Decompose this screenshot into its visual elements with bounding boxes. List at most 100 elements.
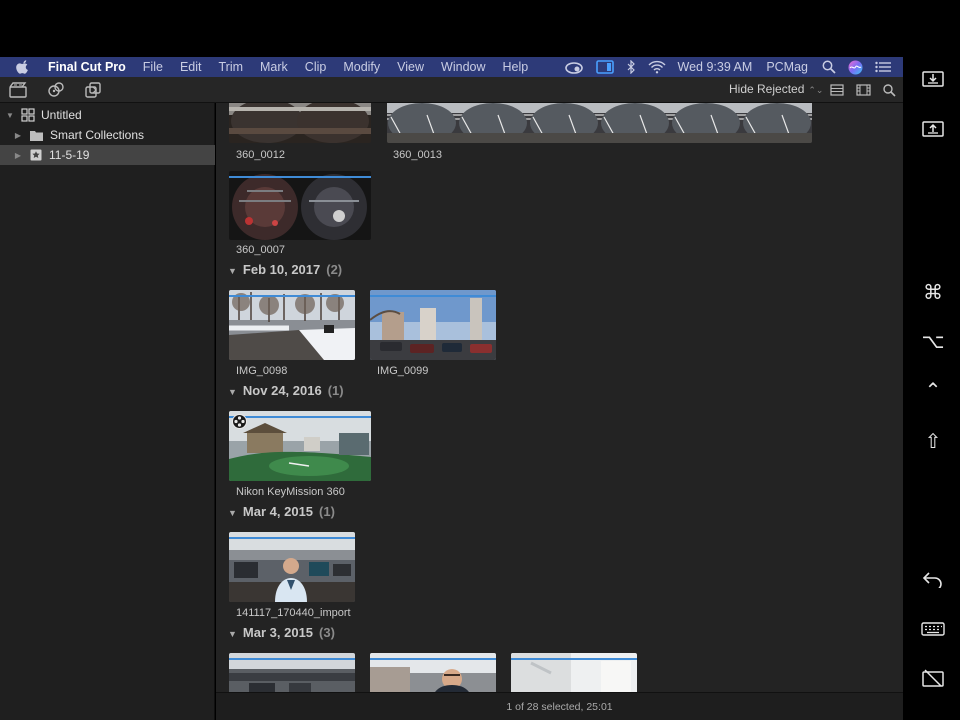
library-icon (21, 108, 35, 122)
wifi-icon[interactable] (647, 57, 666, 77)
selection-range-bar (370, 295, 496, 297)
date-group-header[interactable]: ▼ Feb 10, 2017 (2) (228, 262, 342, 277)
clip-thumbnail[interactable] (229, 103, 371, 143)
disclosure-open-icon[interactable]: ▼ (228, 508, 237, 518)
menu-help[interactable]: Help (503, 60, 529, 74)
list-view-icon[interactable] (827, 81, 847, 99)
background-tasks-icon[interactable] (83, 81, 103, 99)
selection-range-bar (229, 176, 371, 178)
menu-edit[interactable]: Edit (180, 60, 202, 74)
folder-icon (30, 130, 43, 141)
disclosure-open-icon[interactable]: ▼ (228, 387, 237, 397)
undo-icon[interactable] (921, 567, 945, 591)
snowy-park-thumbnail-image (229, 290, 355, 360)
group-count: (1) (327, 383, 344, 398)
disclosure-open-icon[interactable]: ▼ (228, 629, 237, 639)
sidecar-display-icon[interactable] (595, 57, 614, 77)
notification-center-icon[interactable] (875, 57, 891, 77)
menu-bar: Final Cut Pro File Edit Trim Mark Clip M… (0, 57, 903, 77)
sidebar-item-label: Untitled (41, 108, 82, 122)
panorama-filmstrip-image (387, 103, 812, 143)
updown-chevron-icon: ⌃⌄ (808, 85, 824, 95)
sidebar-item-library[interactable]: ▼ Untitled (0, 105, 215, 125)
filmstrip-view-icon[interactable] (853, 81, 873, 99)
import-media-icon[interactable] (8, 81, 28, 99)
clip-thumbnail[interactable] (229, 653, 355, 692)
menu-app-name[interactable]: Final Cut Pro (48, 60, 126, 74)
clip-filter-select[interactable]: Hide Rejected ⌃⌄ (729, 82, 823, 96)
siri-icon[interactable] (848, 57, 863, 77)
clip-thumbnail[interactable] (370, 290, 496, 360)
menu-clock[interactable]: Wed 9:39 AM (678, 60, 753, 74)
clip-filmstrip[interactable] (387, 103, 812, 143)
clip-thumbnail[interactable] (229, 171, 371, 240)
sidebar-item-smart-collections[interactable]: ▶ Smart Collections (0, 125, 215, 145)
date-group-header[interactable]: ▼ Mar 3, 2015 (3) (228, 625, 335, 640)
group-date: Nov 24, 2016 (242, 383, 322, 398)
date-group-header[interactable]: ▼ Mar 4, 2015 (1) (228, 504, 335, 519)
control-key-icon[interactable]: ⌃ (921, 378, 945, 402)
clip-thumbnail[interactable] (229, 411, 371, 481)
panorama-thumbnail-image (229, 103, 371, 143)
sidebar-item-label: Smart Collections (50, 128, 145, 142)
clip-thumbnail[interactable] (370, 653, 496, 692)
clip-thumbnail[interactable] (229, 290, 355, 360)
disclosure-open-icon[interactable]: ▼ (228, 266, 237, 276)
clip-name: 141117_170440_import (236, 607, 351, 619)
city-street-thumbnail-image (370, 290, 496, 360)
menu-view[interactable]: View (397, 60, 424, 74)
group-count: (3) (319, 625, 335, 640)
clip-thumbnail[interactable] (511, 653, 637, 692)
keyboard-icon[interactable] (921, 617, 945, 641)
download-icon[interactable] (921, 66, 945, 90)
360-video-reel-icon (232, 414, 247, 429)
browser-search-icon[interactable] (879, 81, 899, 99)
shift-key-icon[interactable]: ⇧ (921, 429, 945, 453)
clip-name: Nikon KeyMission 360 (236, 486, 345, 498)
sidebar-item-event[interactable]: ▶ 11-5-19 (0, 145, 215, 165)
sidebar-item-label: 11-5-19 (49, 148, 90, 162)
clip-browser: 360_0012 360_0013 360_0007 ▼ Feb 10, 201… (216, 103, 903, 692)
creative-cloud-icon[interactable] (564, 57, 584, 77)
menu-trim[interactable]: Trim (218, 60, 243, 74)
selection-status-bar: 1 of 28 selected, 25:01 (216, 692, 903, 720)
group-date: Feb 10, 2017 (242, 262, 321, 277)
menu-file[interactable]: File (143, 60, 163, 74)
clip-thumbnail[interactable] (229, 532, 355, 602)
clip-name: IMG_0098 (236, 365, 288, 377)
selection-status-text: 1 of 28 selected, 25:01 (506, 701, 613, 713)
library-sidebar: ▼ Untitled ▶ Smart Collections ▶ 11-5-19 (0, 103, 215, 720)
group-count: (2) (326, 262, 343, 277)
disclosure-open-icon[interactable]: ▼ (5, 111, 15, 120)
group-date: Mar 4, 2015 (242, 504, 314, 519)
menu-clip[interactable]: Clip (305, 60, 327, 74)
fisheye-thumbnail-image (229, 171, 371, 240)
disclosure-closed-icon[interactable]: ▶ (13, 151, 23, 160)
date-group-header[interactable]: ▼ Nov 24, 2016 (1) (228, 383, 344, 398)
menu-mark[interactable]: Mark (260, 60, 288, 74)
command-key-icon[interactable]: ⌘ (921, 280, 945, 304)
selection-range-bar (229, 295, 355, 297)
menu-user[interactable]: PCMag (766, 60, 808, 74)
clip-name: 360_0013 (393, 149, 442, 161)
bluetooth-icon[interactable] (626, 57, 636, 77)
menu-window[interactable]: Window (441, 60, 485, 74)
clip-name: IMG_0099 (377, 365, 429, 377)
disclosure-closed-icon[interactable]: ▶ (13, 131, 23, 140)
clip-name: 360_0012 (236, 149, 285, 161)
keywords-icon[interactable] (46, 81, 66, 99)
menu-modify[interactable]: Modify (343, 60, 380, 74)
group-count: (1) (319, 504, 335, 519)
disconnect-sidecar-icon[interactable] (921, 666, 945, 690)
selection-range-bar (511, 658, 637, 660)
apple-icon[interactable] (16, 60, 30, 74)
selection-range-bar (229, 537, 355, 539)
selection-range-bar (370, 658, 496, 660)
upload-icon[interactable] (921, 116, 945, 140)
selection-range-bar (229, 658, 355, 660)
option-key-icon[interactable]: ⌥ (921, 329, 945, 353)
clip-name: 360_0007 (236, 244, 285, 256)
sidecar-control-bar: ⌘ ⌥ ⌃ ⇧ (903, 0, 960, 720)
fcp-toolbar: Hide Rejected ⌃⌄ (0, 77, 903, 103)
spotlight-search-icon[interactable] (822, 57, 836, 77)
